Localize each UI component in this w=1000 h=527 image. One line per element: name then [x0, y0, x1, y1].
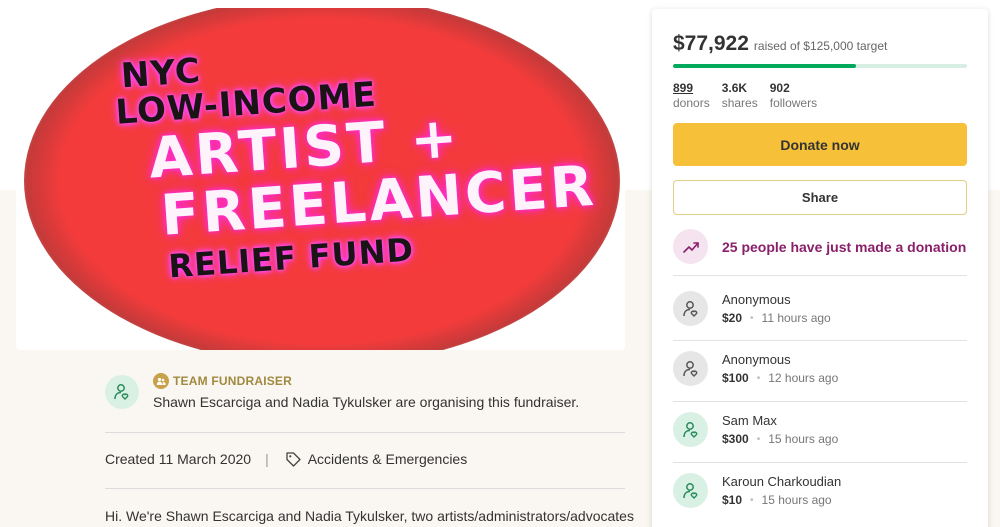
donor-avatar — [673, 473, 708, 508]
progress-fill — [673, 64, 857, 68]
donor-name: Anonymous — [722, 292, 791, 307]
stat-label: donors — [673, 96, 710, 110]
stat-donors[interactable]: 899 donors — [673, 81, 710, 110]
donation-line: $20 • 11 hours ago — [722, 311, 831, 325]
raised-summary: $77,922 raised of $125,000 target — [673, 32, 887, 56]
stat-label: followers — [769, 96, 818, 110]
dot-separator: • — [756, 372, 761, 384]
user-heart-icon — [682, 360, 697, 377]
divider — [673, 275, 967, 276]
progress-bar — [673, 64, 967, 68]
recent-donations-text: 25 people have just made a donation — [722, 238, 967, 255]
raised-amount: $77,922 — [673, 32, 749, 55]
donor-avatar — [673, 291, 708, 326]
donor-name: Karoun Charkoudian — [722, 474, 842, 489]
raised-target: raised of $125,000 target — [753, 39, 888, 53]
donation-item: Sam Max $300 • 15 hours ago — [673, 412, 838, 447]
organiser-avatar[interactable] — [105, 375, 139, 409]
donor-name: Sam Max — [722, 413, 777, 428]
share-button[interactable]: Share — [673, 180, 967, 215]
divider — [673, 340, 967, 341]
divider — [105, 432, 625, 433]
user-heart-icon — [682, 482, 697, 499]
donation-details: Anonymous $100 • 12 hours ago — [722, 352, 838, 385]
donation-time: 15 hours ago — [768, 432, 839, 446]
user-heart-icon — [114, 384, 129, 400]
user-heart-icon — [682, 300, 697, 317]
divider — [673, 401, 967, 402]
stat-value: 3.6K — [721, 81, 748, 95]
dot-separator: • — [750, 312, 754, 324]
category-link[interactable]: Accidents & Emergencies — [308, 451, 468, 467]
donation-panel: $77,922 raised of $125,000 target 899 do… — [652, 9, 988, 527]
tag-icon — [285, 451, 302, 468]
stat-followers: 902 followers — [770, 81, 817, 110]
story-excerpt: Hi. We're Shawn Escarciga and Nadia Tyku… — [105, 508, 634, 524]
trending-up-icon — [682, 241, 699, 253]
stat-shares: 3.6K shares — [722, 81, 758, 110]
user-heart-icon — [682, 421, 697, 438]
donation-time: 11 hours ago — [761, 311, 831, 325]
donation-line: $10 • 15 hours ago — [722, 493, 841, 507]
donation-item: Karoun Charkoudian $10 • 15 hours ago — [673, 473, 841, 508]
donate-now-button[interactable]: Donate now — [673, 123, 967, 166]
dot-separator: • — [756, 433, 761, 445]
hero-title: NYC LOW-INCOME ARTIST + FREELANCER RELIE… — [112, 27, 598, 286]
donation-item: Anonymous $100 • 12 hours ago — [673, 351, 838, 386]
fundraiser-meta: Created 11 March 2020 | Accidents & Emer… — [105, 450, 467, 468]
stat-label: shares — [721, 96, 758, 110]
donation-line: $300 • 15 hours ago — [722, 432, 838, 446]
donation-amount: $10 — [722, 493, 743, 507]
donation-time: 15 hours ago — [761, 493, 832, 507]
donation-amount: $100 — [722, 371, 749, 385]
team-fundraiser-label: TEAM FUNDRAISER — [153, 372, 292, 390]
hero-image: NYC LOW-INCOME ARTIST + FREELANCER RELIE… — [16, 8, 625, 350]
donation-line: $100 • 12 hours ago — [722, 371, 838, 385]
donation-amount: $300 — [722, 432, 749, 446]
donor-name: Anonymous — [722, 352, 791, 367]
stats-row: 899 donors 3.6K shares 902 followers — [673, 81, 817, 110]
stat-value[interactable]: 899 — [673, 81, 710, 95]
donor-avatar — [673, 351, 708, 386]
donation-time: 12 hours ago — [768, 371, 839, 385]
donation-details: Anonymous $20 • 11 hours ago — [722, 292, 831, 325]
meta-separator: | — [265, 451, 269, 467]
donation-details: Karoun Charkoudian $10 • 15 hours ago — [722, 474, 841, 507]
donation-amount: $20 — [722, 311, 743, 325]
team-icon — [153, 373, 169, 389]
stat-value: 902 — [769, 81, 790, 95]
team-label-text: TEAM FUNDRAISER — [173, 374, 292, 388]
dot-separator: • — [750, 494, 754, 506]
donor-avatar — [673, 412, 708, 447]
divider — [105, 488, 625, 489]
donation-details: Sam Max $300 • 15 hours ago — [722, 413, 838, 446]
divider — [673, 462, 967, 463]
created-date: Created 11 March 2020 — [105, 451, 252, 467]
trending-up-icon-wrap — [673, 229, 708, 264]
recent-donations-notice: 25 people have just made a donation — [673, 229, 966, 264]
organiser-text: Shawn Escarciga and Nadia Tykulsker are … — [153, 394, 580, 410]
donation-item: Anonymous $20 • 11 hours ago — [673, 291, 831, 326]
